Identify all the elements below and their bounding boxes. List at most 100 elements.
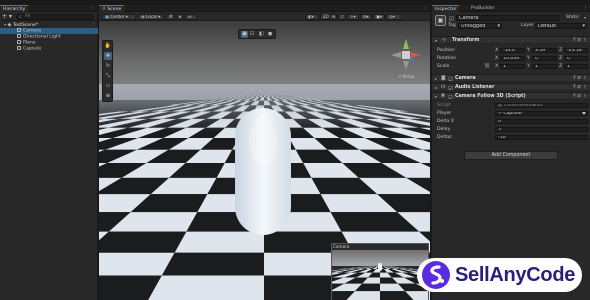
chevron-down-icon: ▾ (582, 23, 585, 29)
script-row: Script ▤ CameraFollow3D (432, 102, 590, 109)
hierarchy-item-capsule[interactable]: Capsule (0, 46, 98, 52)
tag-dropdown[interactable]: Untagged ▾ (458, 23, 502, 29)
component-options-icon[interactable]: ? ⇄ ⋮ (573, 37, 587, 45)
probuilder-overlay: ▣ ⊡ ◧ ◼ (238, 29, 276, 39)
pivot-dropdown[interactable]: ▣ Center ▾ (102, 13, 136, 20)
y-axis-label: Y (527, 48, 530, 53)
face-mode-icon[interactable]: ◼ (268, 31, 272, 38)
component-options-icon[interactable]: ? ⇄ ⋮ (573, 93, 587, 101)
z-axis-label: Z (559, 48, 563, 53)
scale-x-value: 1 (503, 63, 506, 69)
add-component-button[interactable]: Add Component (464, 151, 558, 160)
script-label: Script (437, 103, 451, 108)
deltay-field[interactable]: 5 (495, 126, 588, 133)
hidden-objects-toggle[interactable]: ⊘▾ (360, 13, 372, 20)
add-icon[interactable]: + ▾ (2, 13, 12, 20)
camera-follow-header[interactable]: ▾ # ✓ Camera Follow 3D (Script) ? ⇄ ⋮ (432, 92, 590, 100)
position-z-field[interactable]: -23.18 (564, 47, 588, 54)
deltay-value: 5 (498, 126, 501, 132)
scale-y-value: 1 (535, 63, 538, 69)
rect-tool-icon[interactable]: ▭ (104, 82, 112, 90)
shading-mode-dropdown[interactable]: ◐▾ (305, 13, 319, 20)
edge-mode-icon[interactable]: ◧ (259, 31, 264, 38)
component-options-icon[interactable]: ? ⇄ ⋮ (573, 75, 587, 83)
layer-dropdown[interactable]: Default ▾ (535, 23, 587, 29)
probuilder-tab-label: ProBuilder (471, 6, 495, 11)
grid-snap-button[interactable]: # (166, 13, 175, 20)
floor-tile (99, 231, 187, 253)
camera-component-header[interactable]: ▸ ◙ ✓ Camera ? ⇄ ⋮ (432, 74, 590, 82)
chevron-down-icon: ▾ (497, 23, 500, 29)
scale-z-field[interactable]: 1 (564, 63, 588, 70)
hierarchy-menu-icon[interactable]: ⋮ (90, 5, 95, 12)
deltax-field[interactable]: 0 (495, 118, 588, 125)
transform-tool-icon[interactable]: ⊕ (104, 92, 112, 100)
effects-dropdown[interactable]: ✧▾ (347, 13, 359, 20)
scene-tabbar: # Scene ⋮ (99, 5, 430, 12)
object-picker-icon[interactable]: ◉ (582, 112, 586, 116)
object-header: ▣ ✓ Camera Static ▾ Tag Untagged ▾ Layer… (432, 13, 590, 33)
hierarchy-search-input[interactable]: ⌕ All (16, 13, 94, 20)
position-y-field[interactable]: 3.59 (532, 47, 557, 54)
tab-inspector[interactable]: Inspector (432, 5, 460, 12)
audio-enabled-checkbox[interactable]: ✓ (448, 85, 453, 90)
audio-toggle[interactable]: ♪ (338, 13, 346, 20)
gameobject-icon (17, 40, 21, 44)
move-tool-icon[interactable]: ✥ (104, 52, 112, 60)
camera-settings-dropdown[interactable]: ▣▾ (373, 13, 385, 20)
tab-probuilder[interactable]: ProBuilder (468, 5, 498, 12)
position-x-field[interactable]: -54.4 (500, 47, 525, 54)
inspector-menu-icon[interactable]: ⋮ (583, 5, 588, 12)
active-checkbox[interactable]: ✓ (449, 16, 454, 21)
hierarchy-item-label: Camera (23, 28, 42, 34)
constrain-proportions-icon[interactable]: ⛓ (484, 63, 490, 70)
rotation-label: Rotation (437, 56, 457, 61)
z-axis-label: Z (559, 64, 563, 69)
grid-snap-dropdown[interactable]: ▾ (176, 13, 183, 20)
x-axis-label: X (495, 56, 499, 61)
space-label: Local (146, 13, 157, 19)
orientation-gizmo[interactable] (388, 37, 424, 73)
object-mode-icon[interactable]: ▣ (241, 31, 248, 38)
foldout-arrow-icon: ▾ (435, 94, 438, 99)
static-dropdown-icon[interactable]: ▾ (584, 15, 586, 21)
component-options-icon[interactable]: ? ⇄ ⋮ (573, 84, 587, 92)
tab-hierarchy[interactable]: Hierarchy (0, 5, 29, 12)
scale-x-field[interactable]: 1 (500, 63, 525, 70)
audio-listener-header[interactable]: ▸ ☊ ✓ Audio Listener ? ⇄ ⋮ (432, 83, 590, 91)
inspector-tab-label: Inspector (435, 7, 457, 12)
deltaz-field[interactable]: -10 (495, 134, 588, 141)
camera-enabled-checkbox[interactable]: ✓ (448, 76, 453, 81)
scale-tool-icon[interactable]: ⤡ (104, 72, 112, 80)
z-axis-label: Z (559, 56, 563, 61)
inspector-panel: Inspector ProBuilder ⋮ ▣ ✓ Camera Static… (431, 5, 590, 300)
lighting-toggle[interactable]: ☀ (329, 13, 337, 20)
view-tool-icon[interactable]: ✋ (104, 42, 112, 50)
scale-y-field[interactable]: 1 (532, 63, 557, 70)
watermark-text: SellAnyCode (455, 264, 576, 286)
position-x-value: -54.4 (503, 47, 515, 53)
tab-scene[interactable]: # Scene (99, 5, 125, 12)
player-object-field[interactable]: ⊹ Capsule ◉ (495, 110, 588, 117)
chevron-down-icon: ▾ (125, 13, 128, 19)
watermark-badge: SellAnyCode (417, 258, 582, 292)
transform-header[interactable]: ▾ ⊹ Transform ? ⇄ ⋮ (432, 36, 590, 44)
scene-menu-icon[interactable]: ⋮ (423, 5, 428, 12)
rotation-y-field[interactable]: 0 (532, 55, 557, 62)
floor-tile (99, 252, 175, 276)
2d-toggle[interactable]: 2D (320, 13, 329, 20)
object-name-value: Camera (459, 15, 479, 21)
space-dropdown[interactable]: ◉ Local ▾ (138, 13, 164, 20)
object-name-field[interactable]: Camera (456, 15, 560, 21)
gizmos-toggle[interactable]: ◎▾ (386, 13, 402, 20)
rotate-tool-icon[interactable]: ↻ (104, 62, 112, 70)
floor-tile (161, 252, 264, 276)
vertex-mode-icon[interactable]: ⊡ (250, 31, 254, 38)
script-enabled-checkbox[interactable]: ✓ (448, 94, 453, 99)
logo-mark-icon (430, 265, 444, 285)
rotation-x-field[interactable]: 10.639 (500, 55, 525, 62)
rotation-z-field[interactable]: 0 (564, 55, 588, 62)
transform-icon: ⊹ (442, 38, 447, 43)
persp-label[interactable]: < Persp (398, 74, 414, 79)
increment-snap-button[interactable]: ⇔ (185, 13, 197, 20)
